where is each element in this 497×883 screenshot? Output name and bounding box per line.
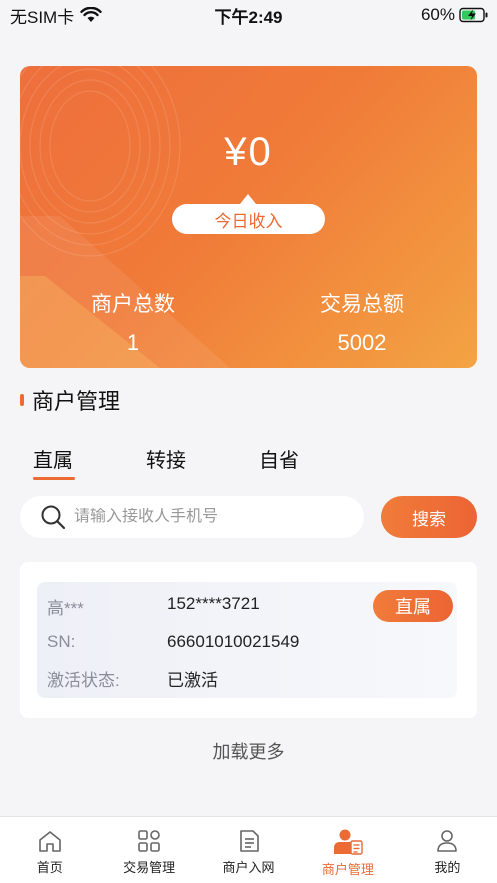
- merchant-manage-icon: [333, 829, 363, 855]
- tab-direct[interactable]: 直属: [20, 444, 86, 480]
- sn-row: SN: 66601010021549: [47, 632, 299, 652]
- pill-pointer: [240, 194, 256, 204]
- income-summary-card: ¥0 今日收入 商户总数 1 交易总额 5002: [20, 66, 477, 368]
- tabbar-item-home[interactable]: 首页: [0, 817, 99, 883]
- home-icon: [38, 831, 61, 852]
- section-accent-bar: [20, 394, 24, 406]
- tabbar-item-onboarding[interactable]: 商户入网: [199, 817, 298, 883]
- merchant-type-badge: 直属: [373, 590, 453, 622]
- bottom-tab-bar: 首页 交易管理 商户入网 商户管理 我的: [0, 816, 497, 883]
- merchant-name-row: 高*** 152****3721: [47, 594, 260, 619]
- search-input[interactable]: [74, 508, 334, 526]
- today-income-label: 今日收入: [172, 204, 325, 234]
- activation-label: 激活状态:: [47, 671, 120, 690]
- sn-label: SN:: [47, 632, 76, 651]
- tabbar-label: 首页: [36, 860, 63, 875]
- tab-transfer[interactable]: 转接: [133, 444, 199, 480]
- trade-total-value: 5002: [337, 330, 387, 355]
- search-box: [20, 496, 364, 538]
- trade-total-stat: 交易总额 5002: [262, 288, 462, 356]
- search-icon: [41, 505, 66, 530]
- section-header: 商户管理: [20, 385, 120, 415]
- merchant-count-stat: 商户总数 1: [33, 288, 233, 356]
- tabbar-label: 交易管理: [123, 860, 176, 875]
- battery-percent: 60%: [420, 5, 455, 24]
- battery-charging-icon: [459, 7, 488, 23]
- today-income-pill: 今日收入: [172, 194, 325, 234]
- today-income-amount: ¥0: [224, 130, 273, 174]
- section-title: 商户管理: [32, 389, 121, 414]
- tabbar-label: 商户入网: [222, 860, 275, 875]
- user-icon: [437, 830, 458, 852]
- carrier-label: 无SIM卡: [10, 7, 75, 27]
- merchant-count-value: 1: [126, 330, 140, 355]
- tabbar-item-trade[interactable]: 交易管理: [99, 817, 198, 883]
- merchant-info: 高*** 152****3721 直属 SN: 66601010021549 激…: [37, 582, 457, 698]
- tabbar-item-merchant-manage[interactable]: 商户管理: [298, 817, 397, 883]
- status-bar: 无SIM卡 下午2:49 60%: [0, 0, 497, 30]
- activation-status: 已激活: [167, 671, 218, 690]
- tab-self[interactable]: 自省: [246, 444, 312, 480]
- grid-icon: [138, 830, 160, 852]
- merchant-card[interactable]: 高*** 152****3721 直属 SN: 66601010021549 激…: [20, 562, 477, 718]
- wifi-icon: [80, 7, 102, 22]
- tabbar-label: 商户管理: [321, 862, 374, 877]
- document-icon: [239, 830, 259, 852]
- merchant-count-label: 商户总数: [91, 293, 175, 316]
- activation-row: 激活状态: 已激活: [47, 666, 218, 691]
- sn-value: 66601010021549: [167, 632, 300, 651]
- search-button[interactable]: 搜索: [381, 496, 477, 538]
- merchant-phone: 152****3721: [167, 594, 260, 613]
- load-more-button[interactable]: 加载更多: [0, 738, 497, 764]
- merchant-type-tabs: 直属 转接 自省: [20, 444, 359, 480]
- tabbar-label: 我的: [434, 860, 461, 875]
- tabbar-item-mine[interactable]: 我的: [398, 817, 497, 883]
- merchant-name: 高***: [47, 599, 84, 618]
- trade-total-label: 交易总额: [320, 293, 404, 316]
